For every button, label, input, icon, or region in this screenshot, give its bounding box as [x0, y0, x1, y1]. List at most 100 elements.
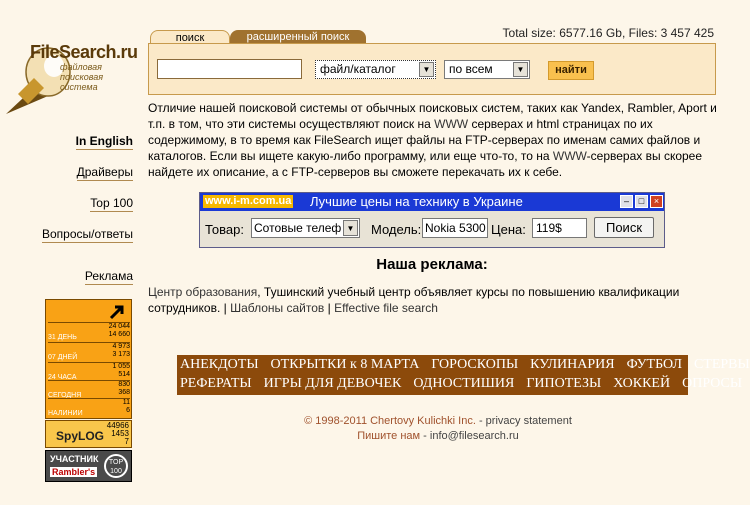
counter-label: 31 ДЕНЬ [48, 334, 77, 341]
counter-value: 4 973 [112, 343, 130, 350]
logo-title[interactable]: FileSearch.ru [30, 42, 138, 63]
partner-link[interactable]: ГИПОТЕЗЫ [526, 376, 601, 391]
counter-label: 07 ДНЕЙ [48, 354, 78, 361]
product-select[interactable]: Сотовые телеф ▼ [251, 218, 360, 238]
partner-link[interactable]: ФУТБОЛ [627, 357, 682, 372]
search-scope-value: по всем [449, 62, 493, 76]
contact-link[interactable]: Пишите нам [357, 430, 420, 442]
nav-label[interactable]: Драйверы [76, 165, 133, 181]
ad-banner: www.i-m.com.ua Лучшие цены на технику в … [199, 192, 665, 248]
rambler-top100-icon: TOP 100 [104, 454, 128, 478]
counter-value: 368 [118, 389, 130, 396]
footer-line: Пишите нам - info@filesearch.ru [148, 429, 728, 444]
close-icon[interactable]: × [650, 195, 663, 208]
counter-row: 07 ДНЕЙ 4 973 3 173 [48, 342, 130, 362]
ads-separator: | [220, 301, 231, 315]
footer-separator: - [475, 415, 486, 427]
counter-value: 1 055 [112, 363, 130, 370]
counter-value: 514 [118, 371, 130, 378]
model-label: Модель: [371, 222, 422, 237]
rambler-top100-badge[interactable]: УЧАСТНИК Rambler's TOP 100 [45, 450, 132, 482]
chevron-down-icon[interactable]: ▼ [419, 62, 434, 77]
partner-link[interactable]: КУЛИНАРИЯ [530, 357, 614, 372]
minimize-icon[interactable]: – [620, 195, 633, 208]
search-scope-select[interactable]: по всем ▼ [444, 60, 530, 79]
nav-item-drivers[interactable]: Драйверы [30, 165, 133, 181]
partner-link[interactable]: АНЕКДОТЫ [180, 357, 259, 372]
partner-link[interactable]: ХОККЕЙ [613, 376, 670, 391]
footer: © 1998-2011 Chertovy Kulichki Inc. - pri… [148, 414, 728, 444]
total-size-stat: Total size: 6577.16 Gb, Files: 3 457 425 [502, 26, 714, 40]
ad-link-templates[interactable]: Шаблоны сайтов [230, 301, 324, 315]
partner-link[interactable]: ОТКРЫТКИ к 8 МАРТА [271, 357, 420, 372]
banner-search-button[interactable]: Поиск [594, 217, 654, 238]
counter-row: 24 ЧАСА 1 055 514 [48, 362, 130, 382]
search-input[interactable] [157, 59, 302, 79]
banner-url[interactable]: www.i-m.com.ua [203, 195, 294, 208]
site-description: Отличие нашей поисковой системы от обычн… [148, 100, 720, 180]
footer-line: © 1998-2011 Chertovy Kulichki Inc. - pri… [148, 414, 728, 429]
logo-subtitle: файловая поисковая система [60, 62, 103, 92]
product-select-value: Сотовые телеф [254, 221, 342, 235]
counter-value: 830 [118, 381, 130, 388]
partner-link[interactable]: ИГРЫ ДЛЯ ДЕВОЧЕК [264, 376, 402, 391]
spylog-counter[interactable]: SpyLOG 44966 1453 7 [45, 420, 132, 448]
ad-link-file-search[interactable]: Effective file search [334, 301, 438, 315]
partner-link[interactable]: ОДНОСТИШИЯ [413, 376, 514, 391]
find-button[interactable]: найти [548, 61, 594, 80]
spylog-logo: SpyLOG [56, 429, 105, 443]
nav-item-top100[interactable]: Top 100 [30, 196, 133, 212]
counter-value: 3 173 [112, 351, 130, 358]
chevron-down-icon[interactable]: ▼ [343, 220, 358, 236]
partner-links-row: РЕФЕРАТЫ ИГРЫ ДЛЯ ДЕВОЧЕК ОДНОСТИШИЯ ГИПОТЕ… [180, 376, 750, 392]
www-link[interactable]: WWW [553, 149, 587, 163]
partner-links-row: АНЕКДОТЫ ОТКРЫТКИ к 8 МАРТА ГОРОСКОПЫ КУЛИН… [180, 357, 750, 373]
ad-link-education[interactable]: Центр образования [148, 285, 257, 299]
partner-link[interactable]: РЕФЕРАТЫ [180, 376, 252, 391]
rambler-logo: Rambler's [50, 467, 98, 477]
email-link[interactable]: info@filesearch.ru [430, 430, 519, 442]
search-type-select[interactable]: файл/каталог ▼ [315, 60, 436, 79]
ads-block: Центр образования, Тушинский учебный цен… [148, 284, 708, 316]
logo-sub-line: система [60, 82, 98, 92]
nav-item-english[interactable]: In English [30, 134, 133, 150]
price-input[interactable]: 119$ [532, 218, 587, 238]
nav-item-faq[interactable]: Вопросы/ответы [30, 227, 133, 243]
partner-link[interactable]: ГОРОСКОПЫ [431, 357, 518, 372]
partner-link[interactable]: ОПРОСЫ [682, 376, 742, 391]
footer-separator: - [420, 430, 430, 442]
banner-titlebar: www.i-m.com.ua Лучшие цены на технику в … [200, 193, 664, 211]
partner-links-bar: АНЕКДОТЫ ОТКРЫТКИ к 8 МАРТА ГОРОСКОПЫ КУЛИН… [177, 355, 750, 395]
copyright: © 1998-2011 Chertovy Kulichki Inc. [304, 415, 476, 427]
price-label: Цена: [491, 222, 526, 237]
counter-row: НАЛИНИИ 11 6 [48, 398, 130, 418]
privacy-link[interactable]: privacy statement [486, 415, 572, 427]
partner-link[interactable]: СТЕРВЫ [694, 357, 750, 372]
nav-label[interactable]: Top 100 [90, 196, 133, 212]
logo-sub-line: файловая [60, 62, 102, 72]
ads-heading: Наша реклама: [376, 256, 488, 273]
arrow-up-right-icon [107, 303, 127, 321]
nav-item-ads[interactable]: Реклама [30, 269, 133, 285]
rambler-label: УЧАСТНИК [50, 454, 99, 464]
counter-row: 31 ДЕНЬ 24 044 14 660 [48, 322, 130, 342]
logo-sub-line: поисковая [60, 72, 104, 82]
counter-value: 24 044 [108, 323, 130, 330]
counter-row: СЕГОДНЯ 830 368 [48, 380, 130, 400]
www-link[interactable]: WWW [434, 117, 468, 131]
banner-slogan[interactable]: Лучшие цены на технику в Украине [310, 194, 523, 209]
chevron-down-icon[interactable]: ▼ [513, 62, 528, 77]
counter-value: 14 660 [108, 331, 130, 338]
counter-label: НАЛИНИИ [48, 410, 83, 417]
ads-separator: | [324, 301, 335, 315]
product-label: Товар: [205, 222, 244, 237]
counter-value: 11 [122, 399, 130, 406]
nav-label[interactable]: Реклама [84, 269, 133, 285]
hit-counter[interactable]: 31 ДЕНЬ 24 044 14 660 07 ДНЕЙ 4 973 3 17… [45, 299, 132, 419]
model-input[interactable]: Nokia 5300 [422, 218, 488, 238]
search-type-value: файл/каталог [320, 62, 396, 76]
counter-value: 6 [126, 407, 130, 414]
maximize-icon[interactable]: □ [635, 195, 648, 208]
nav-label[interactable]: Вопросы/ответы [41, 227, 133, 243]
nav-label[interactable]: In English [75, 134, 133, 150]
